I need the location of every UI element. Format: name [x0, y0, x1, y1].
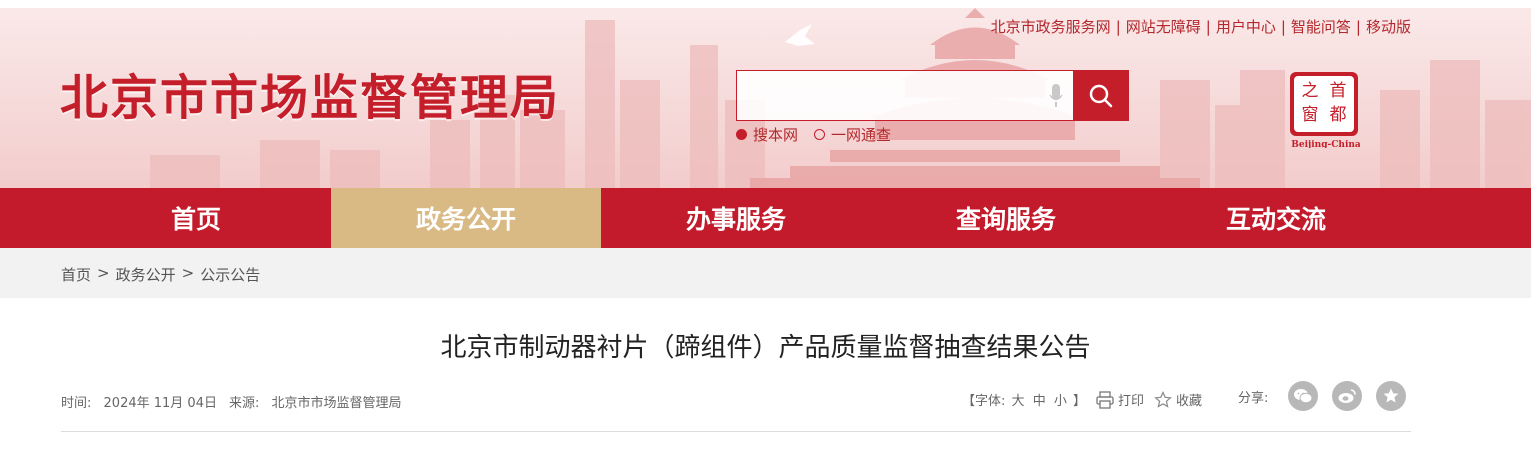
font-size-large[interactable]: 大	[1012, 394, 1025, 409]
font-label-open: 【字体:	[962, 394, 1006, 409]
breadcrumb-bar: 首页 > 政务公开 > 公示公告	[0, 248, 1531, 298]
breadcrumb: 首页 > 政务公开 > 公示公告	[61, 264, 260, 285]
radio-selected-icon	[736, 129, 747, 140]
breadcrumb-separator: >	[97, 264, 110, 282]
source-label: 来源:	[228, 396, 260, 411]
time-value: 2024年 11月 04日	[103, 396, 217, 411]
font-label-close: 】	[1073, 394, 1087, 409]
breadcrumb-home[interactable]: 首页	[61, 264, 91, 285]
share-bar: 分享:	[1238, 381, 1407, 411]
search-input[interactable]	[737, 71, 1057, 120]
breadcrumb-gov-affairs[interactable]: 政务公开	[116, 264, 176, 285]
site-header: 北京市市场监督管理局 北京市政务服务网 | 网站无障碍 | 用户中心 | 智能问答 | 移动版 …	[0, 0, 1531, 188]
nav-item-query[interactable]: 查询服务	[871, 188, 1141, 248]
search-scope-options: 搜本网 一网通查	[736, 124, 891, 145]
source-value: 北京市市场监督管理局	[271, 396, 402, 411]
print-label: 打印	[1118, 394, 1145, 409]
star-icon	[1154, 390, 1172, 408]
logo-caption: Beijing-China	[1291, 140, 1360, 148]
favorite-button[interactable]: 收藏	[1154, 390, 1202, 409]
time-label: 时间:	[61, 396, 92, 411]
share-label: 分享:	[1238, 390, 1269, 406]
font-size-small[interactable]: 小	[1054, 394, 1067, 409]
wechat-icon	[1294, 389, 1313, 404]
logo-char-1: 首	[1330, 81, 1347, 101]
logo-char-4: 窗	[1302, 105, 1319, 125]
weibo-share-button[interactable]	[1332, 381, 1363, 411]
article-tools: 【字体: 大 中 小 】 打印 收藏	[962, 390, 1202, 409]
font-size-control: 【字体: 大 中 小 】	[962, 390, 1086, 409]
time-info: 时间: 2024年 11月 04日	[61, 392, 217, 411]
logo-char-3: 之	[1302, 81, 1319, 101]
top-link-smart-qa[interactable]: 智能问答	[1291, 18, 1351, 36]
capital-window-logo[interactable]: 首 都 之 窗 Beijing-China	[1288, 70, 1360, 148]
wechat-share-button[interactable]	[1288, 381, 1319, 411]
nav-item-services[interactable]: 办事服务	[601, 188, 871, 248]
search-scope-all-label: 一网通查	[831, 126, 892, 144]
main-nav: 首页 政务公开 办事服务 查询服务 互动交流	[0, 188, 1531, 248]
radio-unselected-icon	[814, 129, 826, 140]
star-share-icon	[1383, 388, 1399, 403]
site-title[interactable]: 北京市市场监督管理局	[60, 58, 560, 128]
nav-item-interaction[interactable]: 互动交流	[1141, 188, 1411, 248]
nav-item-gov-affairs[interactable]: 政务公开	[331, 188, 601, 248]
top-link-user-center[interactable]: 用户中心	[1216, 18, 1276, 36]
breadcrumb-separator: >	[181, 264, 195, 282]
content-divider	[61, 431, 1411, 432]
source-info: 来源: 北京市市场监督管理局	[229, 392, 402, 411]
top-links: 北京市政务服务网 | 网站无障碍 | 用户中心 | 智能问答 | 移动版	[990, 18, 1411, 36]
search-scope-site-label: 搜本网	[753, 126, 799, 144]
top-link-gov-service[interactable]: 北京市政务服务网	[991, 18, 1111, 36]
article-meta: 时间: 2024年 11月 04日 来源: 北京市市场监督管理局	[61, 392, 402, 411]
search-scope-site[interactable]: 搜本网	[736, 124, 798, 145]
search-scope-all[interactable]: 一网通查	[814, 124, 891, 145]
logo-char-2: 都	[1330, 105, 1347, 125]
print-button[interactable]: 打印	[1096, 390, 1144, 409]
font-size-medium[interactable]: 中	[1033, 394, 1046, 409]
search-box	[736, 70, 1129, 121]
top-link-mobile[interactable]: 移动版	[1366, 18, 1411, 36]
qzone-share-button[interactable]	[1376, 381, 1407, 411]
printer-icon	[1096, 390, 1114, 409]
top-link-accessibility[interactable]: 网站无障碍	[1126, 18, 1201, 36]
nav-item-home[interactable]: 首页	[61, 188, 331, 248]
search-button[interactable]	[1073, 71, 1128, 120]
article-title: 北京市制动器衬片（蹄组件）产品质量监督抽查结果公告	[440, 333, 1091, 363]
favorite-label: 收藏	[1176, 394, 1203, 409]
search-icon	[1089, 84, 1112, 107]
breadcrumb-notices[interactable]: 公示公告	[200, 264, 260, 285]
microphone-icon[interactable]	[1049, 84, 1063, 108]
weibo-icon	[1338, 389, 1357, 403]
